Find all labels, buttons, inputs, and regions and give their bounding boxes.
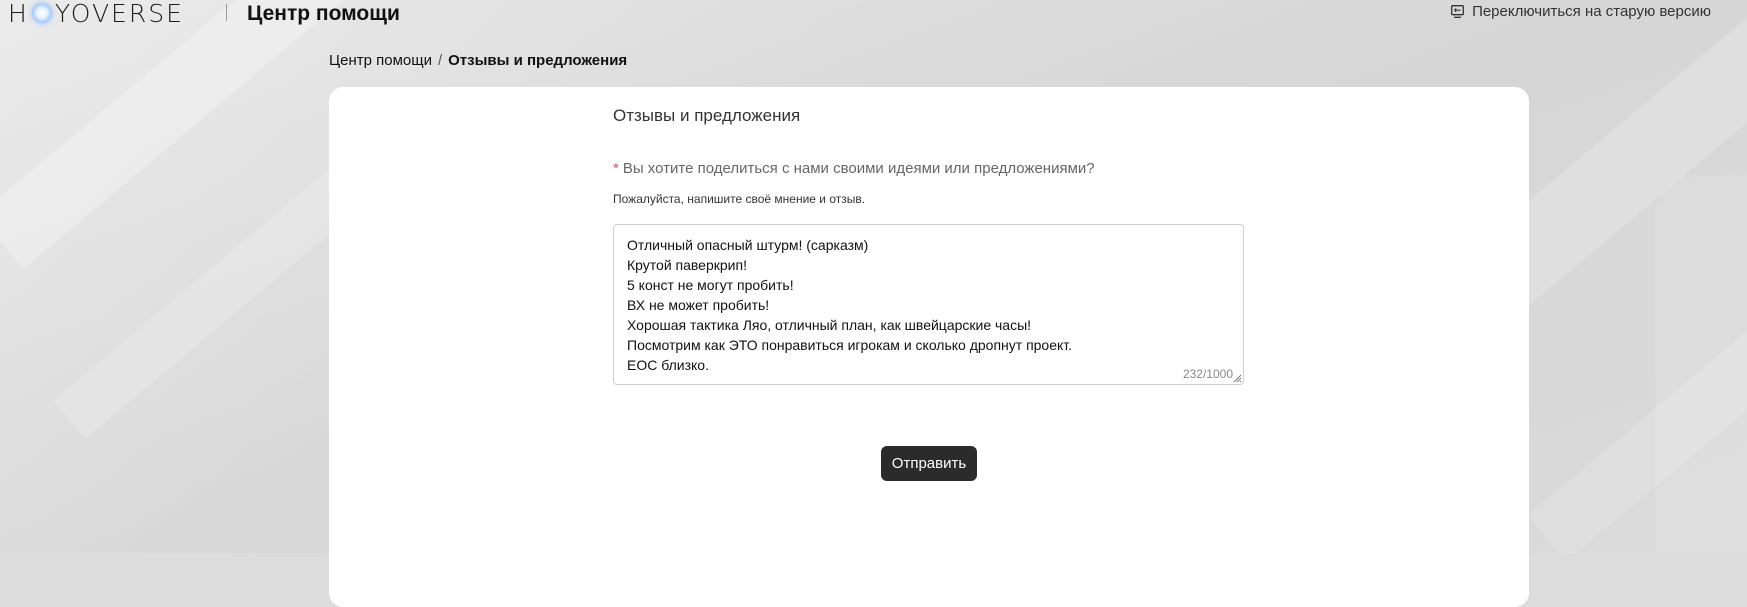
breadcrumb: Центр помощи / Отзывы и предложения xyxy=(329,52,627,69)
question-label: * Вы хотите поделиться с нами своими идея… xyxy=(613,160,1095,177)
feedback-textarea-value[interactable]: Отличный опасный штурм! (сарказм) Крутой… xyxy=(627,235,1072,375)
resize-handle-icon[interactable] xyxy=(1232,373,1242,383)
logo-orb-icon xyxy=(31,3,52,23)
breadcrumb-home[interactable]: Центр помощи xyxy=(329,52,432,69)
switch-old-version-label: Переключиться на старую версию xyxy=(1472,3,1711,20)
switch-old-version-link[interactable]: Переключиться на старую версию xyxy=(1451,3,1711,20)
feedback-form-card: Отзывы и предложения * Вы хотите поделить… xyxy=(329,87,1529,607)
character-counter: 232/1000 xyxy=(1182,367,1233,381)
hoyoverse-logo[interactable]: H YOVERSE xyxy=(8,0,184,28)
breadcrumb-separator: / xyxy=(437,52,443,69)
breadcrumb-current: Отзывы и предложения xyxy=(448,52,628,69)
top-header: H YOVERSE Центр помощи Переключиться на … xyxy=(0,0,1747,30)
monitor-switch-icon xyxy=(1451,5,1465,18)
feedback-textarea[interactable]: Отличный опасный штурм! (сарказм) Крутой… xyxy=(613,224,1244,385)
page-title: Центр помощи xyxy=(247,2,400,25)
header-divider xyxy=(226,4,227,21)
submit-button[interactable]: Отправить xyxy=(881,446,977,481)
hint-text: Пожалуйста, напишите своё мнение и отзыв… xyxy=(613,192,866,206)
form-title: Отзывы и предложения xyxy=(613,106,801,125)
required-mark: * xyxy=(613,160,619,177)
background-decoration xyxy=(1655,175,1747,553)
logo-text-right: YOVERSE xyxy=(54,0,184,28)
logo-text-left: H xyxy=(8,0,29,28)
question-text: Вы хотите поделиться с нами своими идеям… xyxy=(622,160,1095,177)
